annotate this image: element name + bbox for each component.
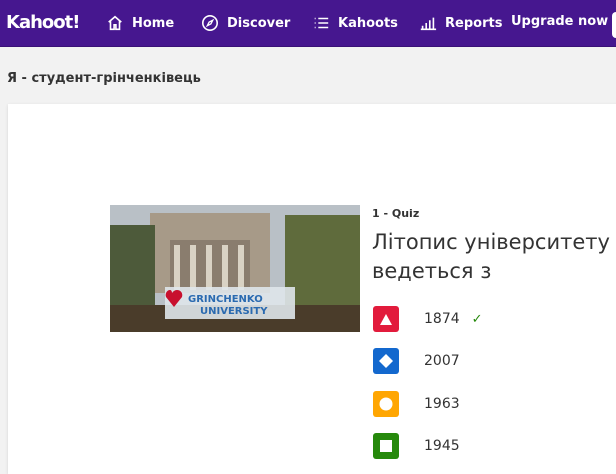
circle-icon [373, 391, 399, 417]
answer-option: 2007 [373, 348, 460, 374]
nav-home[interactable]: Home [106, 14, 174, 32]
header-button-edge[interactable] [612, 12, 616, 38]
nav-discover-label: Discover [227, 15, 291, 31]
nav-kahoots[interactable]: Kahoots [312, 14, 398, 32]
nav-discover[interactable]: Discover [201, 14, 290, 32]
question-number: 1 - Quiz [372, 207, 420, 220]
answer-text: 1963 [424, 396, 460, 412]
answer-text: 1874 [424, 311, 460, 327]
home-icon [108, 15, 122, 31]
kahoot-logo[interactable]: Kahoot! [6, 12, 80, 33]
answer-option: 1963 [373, 391, 460, 417]
top-nav-bar: Kahoot! Home Discover Kahoots Reports Up… [0, 0, 616, 47]
svg-text:UNIVERSITY: UNIVERSITY [200, 306, 268, 317]
answer-option: 1874 ✓ [373, 306, 483, 332]
answer-option: 1945 [373, 433, 460, 459]
bar-chart-icon [420, 17, 437, 31]
checkmark-icon: ✓ [471, 311, 483, 327]
question-text: Літопис університету ведеться з [372, 230, 610, 283]
nav-kahoots-label: Kahoots [338, 15, 398, 31]
svg-text:GRINCHENKO: GRINCHENKO [188, 294, 263, 305]
nav-reports-label: Reports [445, 15, 503, 31]
compass-icon [201, 14, 219, 32]
square-icon [373, 433, 399, 459]
nav-home-label: Home [132, 15, 175, 31]
list-icon [314, 17, 329, 29]
upgrade-now-link[interactable]: Upgrade now [511, 14, 608, 29]
question-image: GRINCHENKO UNIVERSITY [110, 205, 360, 332]
answer-text: 2007 [424, 353, 460, 369]
triangle-icon [373, 306, 399, 332]
page-title: Я - студент-грінченківець [7, 71, 201, 86]
nav-reports[interactable]: Reports [419, 14, 502, 32]
diamond-icon [373, 348, 399, 374]
answer-text: 1945 [424, 438, 460, 454]
